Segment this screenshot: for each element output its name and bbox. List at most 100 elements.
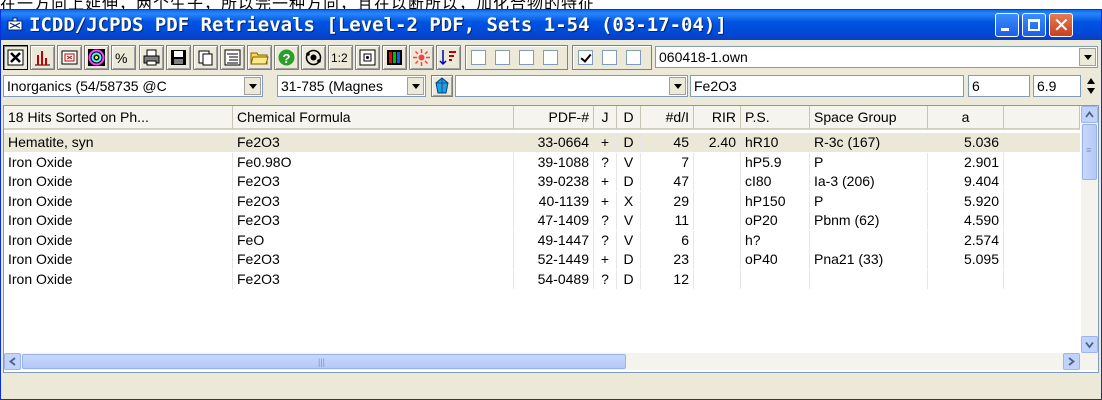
scroll-down-button[interactable] <box>1081 336 1098 353</box>
pattern-view-button[interactable] <box>57 45 82 70</box>
close-button[interactable]: ✕ <box>1049 13 1073 37</box>
background-text-strip: 在一方向上延伸，两个生子，所以完一种方向，且在以断所以，加化合物的特征 <box>0 0 1102 9</box>
open-folder-button[interactable] <box>247 45 272 70</box>
scroll-left-button[interactable] <box>4 353 21 370</box>
column-header-j[interactable]: J <box>594 106 617 130</box>
cell-d: X <box>617 191 641 211</box>
option-checkbox-6[interactable] <box>602 50 617 65</box>
histogram-button[interactable] <box>30 45 55 70</box>
cell-rir <box>694 152 741 172</box>
table-row[interactable]: Iron Oxide Fe0.98O 39-1088? V 7 hP5.9 P 2.901 <box>4 152 1080 172</box>
bar-chart-icon <box>35 51 50 66</box>
copy-button[interactable] <box>193 45 218 70</box>
option-checkbox-1[interactable] <box>471 50 486 65</box>
folder-icon <box>250 52 269 65</box>
frame-button[interactable] <box>355 45 380 70</box>
spin-down-icon[interactable] <box>1087 88 1095 94</box>
table-row[interactable]: Iron Oxide Fe2O3 47-1409? V 11 oP20 Pbnm (62) 4… <box>4 211 1080 230</box>
cell-pdf: 40-1139 <box>514 191 594 211</box>
min-value: 6 <box>972 78 980 94</box>
column-header-name[interactable]: 18 Hits Sorted on Ph... <box>4 106 233 130</box>
title-bar[interactable]: ICDD/JCPDS PDF Retrievals [Level-2 PDF, … <box>1 10 1101 40</box>
chevron-down-icon[interactable] <box>407 77 424 95</box>
database-select[interactable]: Inorganics (54/58735 @C <box>3 75 263 97</box>
cell-j: ? <box>594 269 617 289</box>
print-button[interactable] <box>139 45 164 70</box>
min-value-input[interactable]: 6 <box>968 75 1030 97</box>
close-x-icon <box>7 49 24 66</box>
color-button[interactable] <box>382 45 407 70</box>
table-row[interactable]: Iron Oxide Fe2O3 54-0489? D 12 <box>4 269 1080 289</box>
spinner[interactable] <box>1083 75 1099 97</box>
horizontal-scroll-thumb[interactable]: ||| <box>22 354 626 369</box>
exit-button[interactable] <box>3 45 28 70</box>
formula-input[interactable]: Fe2O3 <box>690 75 964 97</box>
table-row[interactable]: Iron Oxide Fe2O3 39-0238 + D 47 cI80 Ia-3 (206)… <box>4 172 1080 191</box>
vertical-scrollbar[interactable]: ≡ <box>1081 106 1098 353</box>
table-row[interactable]: Iron Oxide Fe2O3 52-1449 + D 23 oP40 Pna21 (33)… <box>4 250 1080 269</box>
save-button[interactable] <box>166 45 191 70</box>
option-checkbox-3[interactable] <box>519 50 534 65</box>
column-header-pdf[interactable]: PDF-# <box>514 106 594 130</box>
grip-icon: ≡ <box>1086 145 1092 155</box>
chevron-down-icon[interactable] <box>669 77 686 95</box>
cell-j: + <box>594 250 617 269</box>
table-row[interactable]: Iron Oxide FeO 49-1447? V 6 h? 2.574 <box>4 230 1080 250</box>
spin-up-icon[interactable] <box>1087 78 1095 84</box>
checkbox-group-a <box>465 45 568 70</box>
scroll-right-button[interactable] <box>1063 353 1080 370</box>
horizontal-scrollbar[interactable]: ||| <box>4 353 1098 370</box>
column-header-formula[interactable]: Chemical Formula <box>233 106 514 130</box>
max-value-input[interactable]: 6.9 <box>1033 75 1081 97</box>
option-checkbox-7[interactable] <box>626 50 641 65</box>
diffraction-rings-icon <box>88 49 105 66</box>
option-checkbox-4[interactable] <box>543 50 558 65</box>
table-row[interactable]: Hematite, syn Fe2O3 33-0664 + D 45 2.40 hR10 R-3… <box>4 133 1080 152</box>
cell-rir <box>694 211 741 230</box>
ring-pattern-button[interactable] <box>84 45 109 70</box>
help-button[interactable]: ? <box>274 45 299 70</box>
column-header-d[interactable]: D <box>617 106 641 130</box>
element-filter-select[interactable] <box>455 75 688 97</box>
list-button[interactable] <box>220 45 245 70</box>
reference-select[interactable]: 31-785 (Magnes <box>277 75 426 97</box>
cell-space-group: R-3c (167) <box>810 133 928 152</box>
percent-button[interactable]: % <box>111 45 136 70</box>
cell-formula: FeO <box>233 230 514 250</box>
option-checkbox-5[interactable] <box>578 50 593 65</box>
cell-rir <box>694 250 741 269</box>
cell-formula: Fe2O3 <box>233 133 514 152</box>
svg-text:?: ? <box>283 51 291 66</box>
ratio-button[interactable]: 1:2 <box>328 45 353 70</box>
sort-button[interactable] <box>436 45 461 70</box>
maximize-button[interactable] <box>1022 13 1046 37</box>
column-header-blank <box>1004 106 1080 130</box>
cell-space-group: Pbnm (62) <box>810 211 928 230</box>
cell-a: 5.095 <box>928 250 1004 269</box>
column-header-dlines[interactable]: #d/I <box>641 106 694 130</box>
file-select-value: 060418-1.own <box>659 49 748 65</box>
grip-icon: ||| <box>318 357 326 367</box>
element-picker-button[interactable] <box>431 75 453 97</box>
scroll-up-button[interactable] <box>1081 106 1098 123</box>
option-checkbox-2[interactable] <box>495 50 510 65</box>
cell-name: Hematite, syn <box>4 133 233 152</box>
grid-header: 18 Hits Sorted on Ph... Chemical Formula… <box>4 106 1080 130</box>
chevron-down-icon[interactable] <box>1079 48 1096 66</box>
column-header-space-group[interactable]: Space Group <box>810 106 928 130</box>
column-header-rir[interactable]: RIR <box>694 106 741 130</box>
crystal-button[interactable] <box>301 45 326 70</box>
file-select[interactable]: 060418-1.own <box>655 46 1098 68</box>
column-header-a[interactable]: a <box>928 106 1004 130</box>
chevron-down-icon[interactable] <box>244 77 261 95</box>
minimize-button[interactable] <box>995 13 1019 37</box>
column-header-ps[interactable]: P.S. <box>741 106 810 130</box>
highlight-button[interactable] <box>409 45 434 70</box>
list-icon <box>224 49 241 66</box>
help-icon: ? <box>278 49 295 66</box>
vertical-scroll-thumb[interactable]: ≡ <box>1082 124 1097 180</box>
cell-ps: cI80 <box>741 172 810 191</box>
cell-ps <box>741 269 810 289</box>
cell-pdf: 33-0664 <box>514 133 594 152</box>
table-row[interactable]: Iron Oxide Fe2O3 40-1139 + X 29 hP150 P 5.920 <box>4 191 1080 211</box>
